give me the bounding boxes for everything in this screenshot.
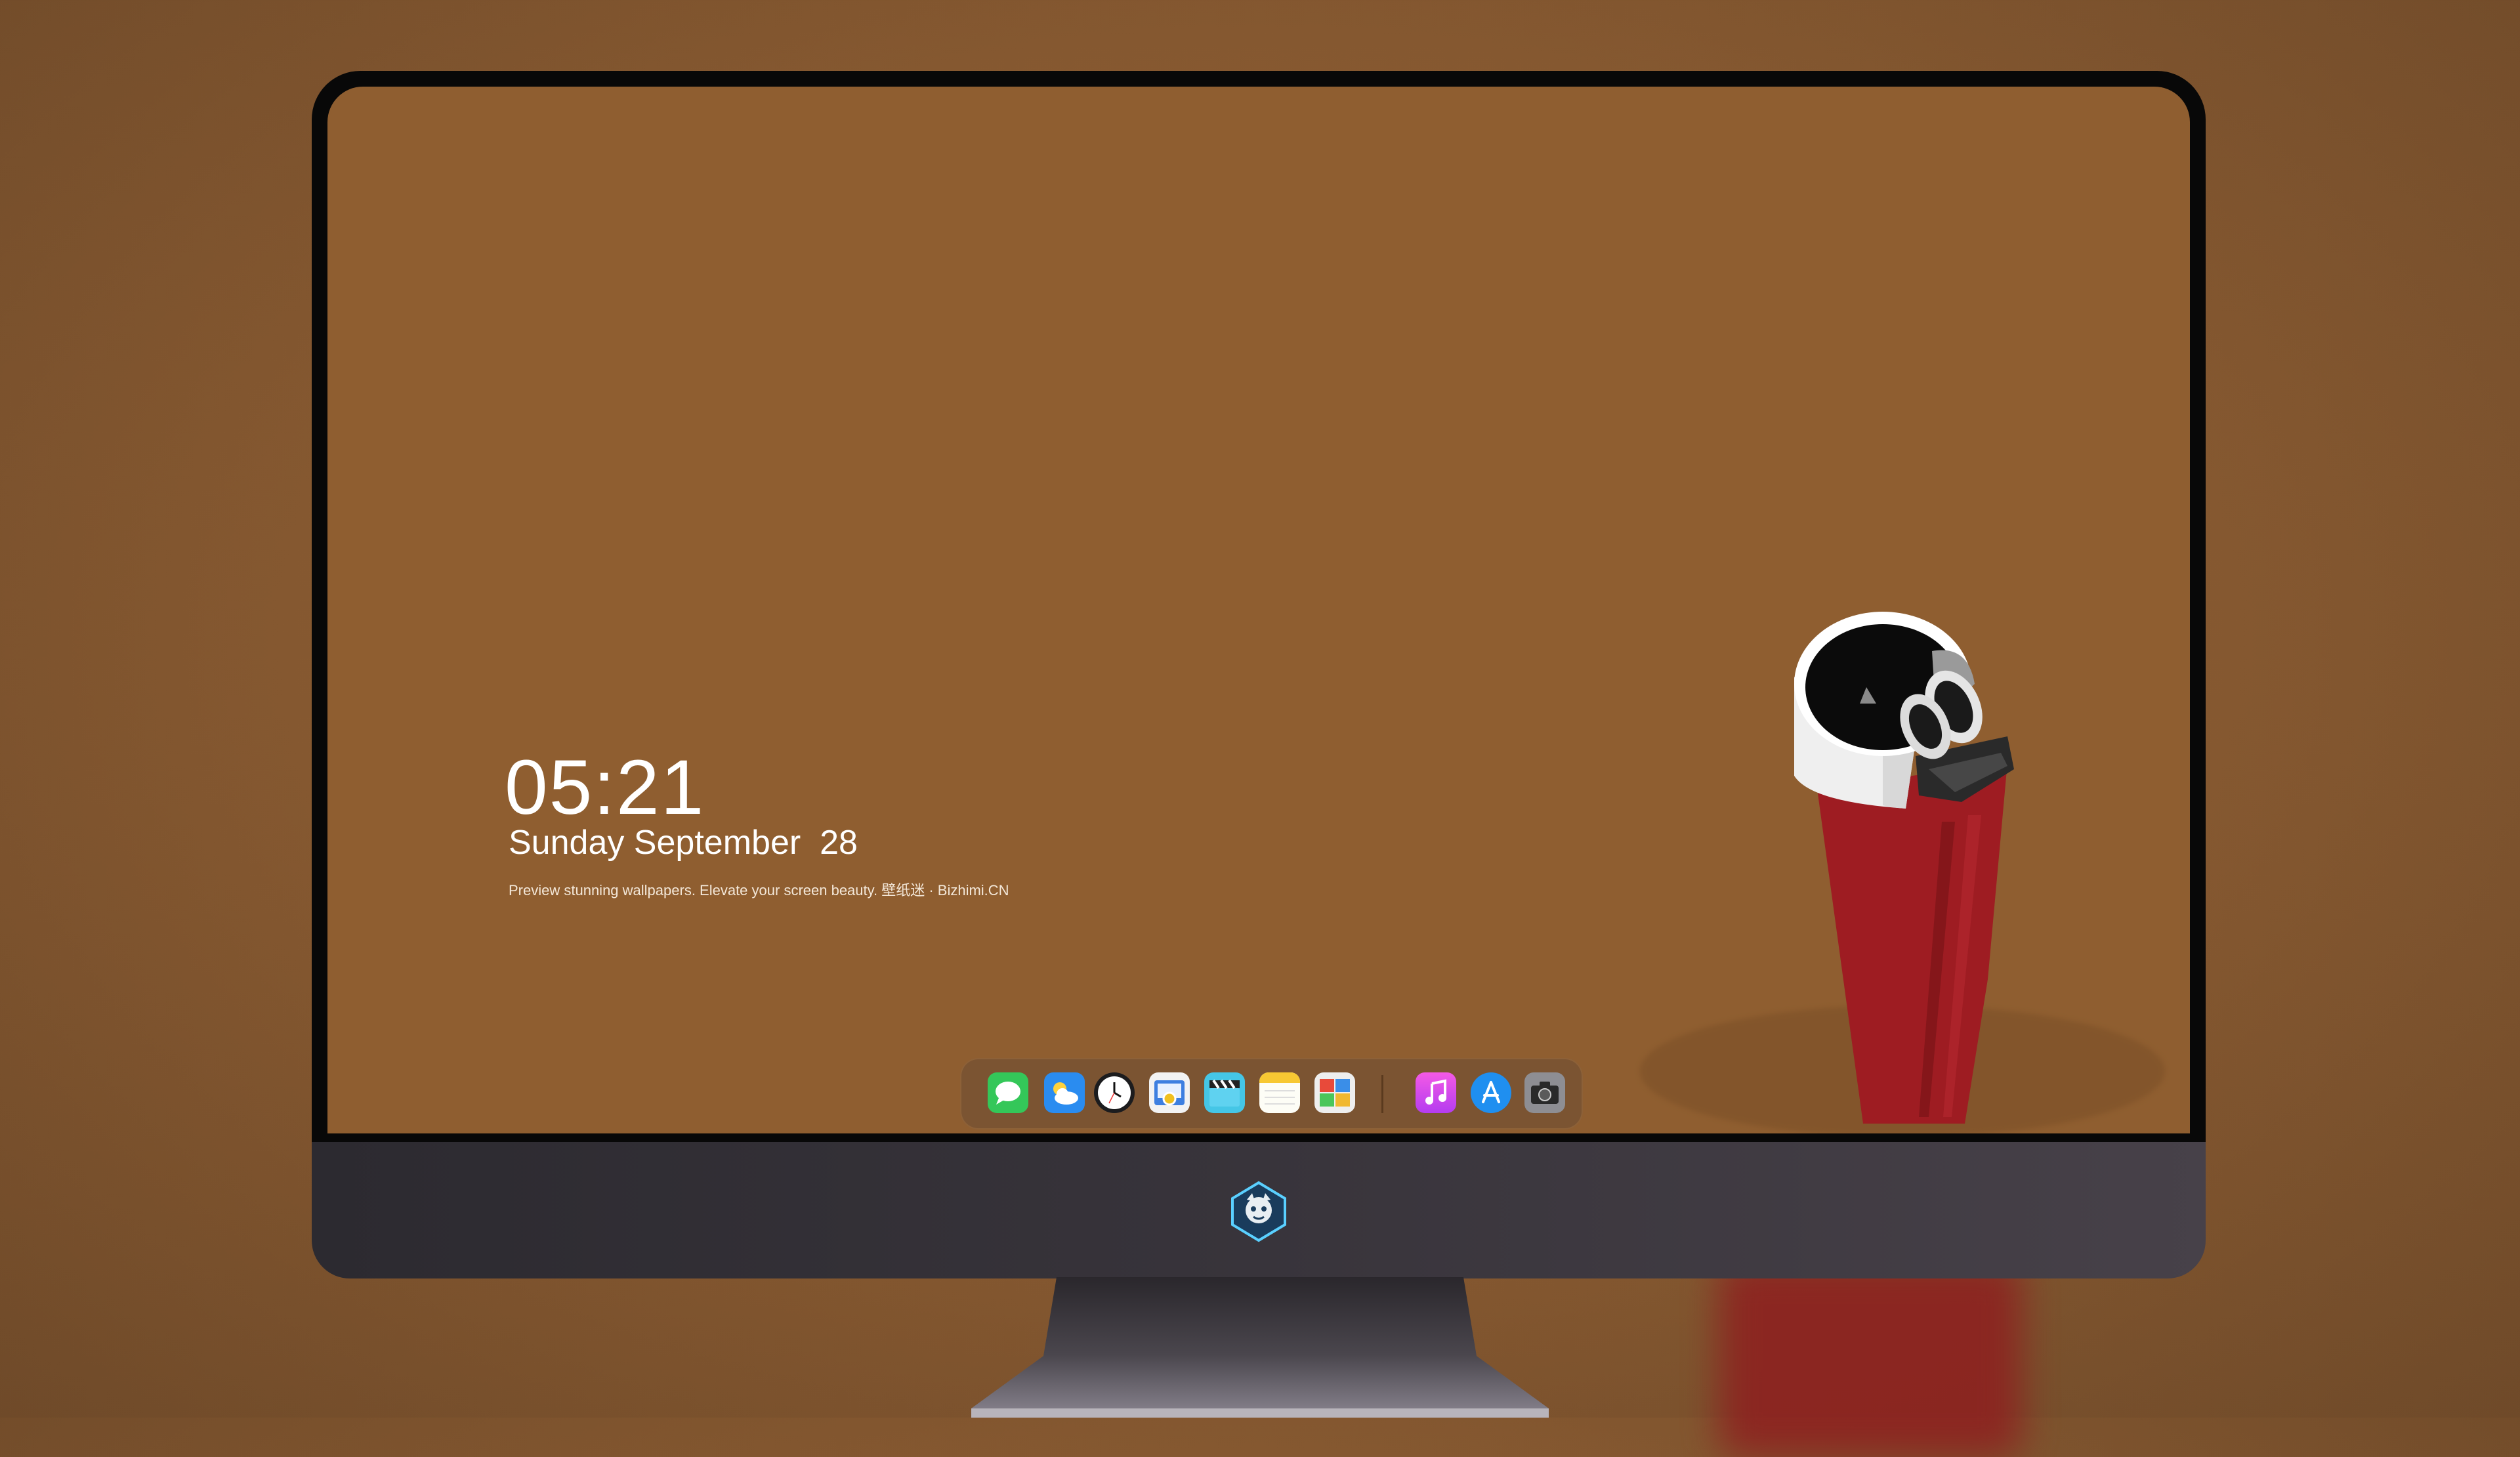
lockscreen-date: Sunday September 28 xyxy=(509,824,858,862)
preview-icon[interactable] xyxy=(1149,1072,1190,1113)
camera-icon[interactable] xyxy=(1524,1072,1565,1113)
lockscreen-tagline: Preview stunning wallpapers. Elevate you… xyxy=(509,882,1009,898)
monitor-chin xyxy=(312,1142,2206,1278)
monitor: 05:21 Sunday September 28 Preview stunni… xyxy=(312,71,2206,1278)
background-lighter-blur xyxy=(1719,1260,2021,1457)
monitor-stand xyxy=(971,1277,1549,1418)
mascot-logo-icon xyxy=(1231,1181,1286,1242)
notes-icon[interactable] xyxy=(1259,1072,1300,1113)
clock-icon[interactable] xyxy=(1094,1072,1135,1113)
screen: 05:21 Sunday September 28 Preview stunni… xyxy=(327,87,2190,1133)
dock xyxy=(961,1059,1582,1128)
weather-icon[interactable] xyxy=(1044,1072,1085,1113)
messages-icon[interactable] xyxy=(988,1072,1028,1113)
clapper-icon[interactable] xyxy=(1204,1072,1245,1113)
lockscreen-time: 05:21 xyxy=(505,744,705,831)
lighter-illustration xyxy=(1794,612,2014,1124)
photo-booth-icon[interactable] xyxy=(1314,1072,1355,1113)
music-icon[interactable] xyxy=(1416,1072,1456,1113)
dock-separator xyxy=(1381,1075,1383,1113)
app-store-icon[interactable] xyxy=(1471,1072,1511,1113)
